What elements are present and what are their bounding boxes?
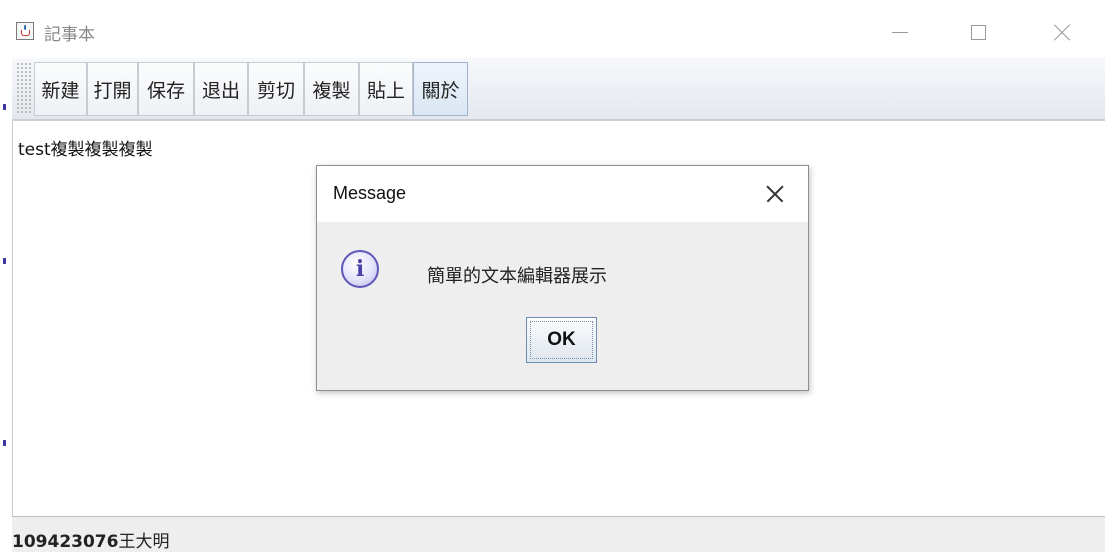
toolbar: 新建 打開 保存 退出 剪切 複製 貼上 關於 — [12, 58, 1105, 120]
dialog-close-button[interactable] — [761, 180, 789, 208]
minimize-button[interactable] — [876, 12, 922, 52]
dialog-title: Message — [333, 183, 407, 203]
about-button[interactable]: 關於 — [413, 62, 468, 116]
exit-button[interactable]: 退出 — [194, 62, 248, 116]
java-app-icon — [16, 22, 34, 40]
paste-button[interactable]: 貼上 — [359, 62, 413, 116]
info-icon: i — [341, 250, 379, 288]
toolbar-grip-handle[interactable] — [16, 62, 32, 114]
editor-content: test複製複製複製 — [18, 140, 153, 160]
dialog-title-bar: Message — [317, 166, 808, 222]
edge-marker — [3, 440, 6, 446]
new-button[interactable]: 新建 — [34, 62, 87, 116]
close-button[interactable] — [1037, 12, 1083, 52]
left-edge — [0, 0, 12, 552]
maximize-button[interactable] — [955, 12, 1001, 52]
status-bar: 109423076王大明 — [12, 516, 1105, 552]
minimize-icon — [892, 32, 908, 33]
status-text: 109423076王大明 — [12, 527, 169, 552]
dialog-message: 簡單的文本編輯器展示 — [427, 266, 607, 287]
edge-marker — [3, 104, 6, 110]
save-button[interactable]: 保存 — [138, 62, 194, 116]
maximize-icon — [971, 25, 986, 40]
title-bar: 記事本 — [12, 0, 1105, 58]
cut-button[interactable]: 剪切 — [248, 62, 304, 116]
copy-button[interactable]: 複製 — [304, 62, 359, 116]
open-button[interactable]: 打開 — [87, 62, 138, 116]
message-dialog: Message i 簡單的文本編輯器展示 OK — [316, 165, 809, 391]
ok-button[interactable]: OK — [526, 317, 597, 363]
edge-marker — [3, 258, 6, 264]
student-id: 109423076 — [12, 532, 119, 552]
window-title: 記事本 — [44, 25, 95, 45]
student-name: 王大明 — [118, 532, 170, 552]
ok-button-label: OK — [530, 321, 593, 359]
